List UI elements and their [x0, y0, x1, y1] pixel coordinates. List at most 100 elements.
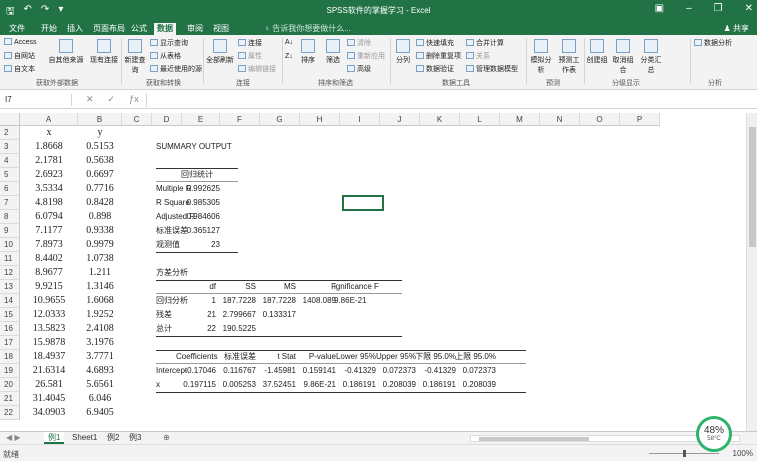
row-header[interactable]: 17: [0, 336, 20, 350]
y-value-cell[interactable]: 0.9338: [78, 224, 122, 238]
summary-title-cell[interactable]: SUMMARY OUTPUT: [156, 140, 246, 154]
x-value-cell[interactable]: 9.9215: [20, 280, 78, 294]
coef-value-cell[interactable]: 0.159141: [296, 364, 336, 378]
advanced-filter-button[interactable]: 高级: [347, 64, 371, 74]
row-header[interactable]: 18: [0, 350, 20, 364]
y-value-cell[interactable]: 3.1976: [78, 336, 122, 350]
new-query-button[interactable]: 新建查询: [123, 39, 147, 75]
sheet-tab-example2[interactable]: 例2: [103, 432, 123, 444]
row-header[interactable]: 6: [0, 182, 20, 196]
row-header[interactable]: 16: [0, 322, 20, 336]
row-header[interactable]: 13: [0, 280, 20, 294]
anova-value-cell[interactable]: [296, 322, 336, 336]
y-value-cell[interactable]: 6.046: [78, 392, 122, 406]
tab-home[interactable]: 开始: [38, 23, 60, 35]
reapply-button[interactable]: 重新应用: [347, 51, 385, 61]
coef-header-cell[interactable]: Upper 95%: [374, 350, 416, 364]
ribbon-display-icon[interactable]: ▣: [655, 3, 664, 14]
coef-value-cell[interactable]: 0.072373: [376, 364, 416, 378]
coef-header-cell[interactable]: Lower 95%: [334, 350, 376, 364]
stat-value-cell[interactable]: 23: [184, 238, 220, 252]
row-header[interactable]: 3: [0, 140, 20, 154]
row-header[interactable]: 7: [0, 196, 20, 210]
row-header[interactable]: 20: [0, 378, 20, 392]
row-header[interactable]: 15: [0, 308, 20, 322]
column-header[interactable]: D: [152, 113, 182, 126]
insert-function-icon[interactable]: ƒx: [129, 94, 139, 105]
anova-value-cell[interactable]: 22: [178, 322, 216, 336]
coef-value-cell[interactable]: 0.186191: [416, 378, 456, 392]
y-value-cell[interactable]: 2.4108: [78, 322, 122, 336]
tab-formulas[interactable]: 公式: [128, 23, 150, 35]
enter-icon[interactable]: ✓: [108, 94, 116, 105]
edit-links-button[interactable]: 编辑链接: [238, 64, 276, 74]
sort-asc-icon[interactable]: A↓: [285, 39, 293, 46]
row-header[interactable]: 14: [0, 294, 20, 308]
row-header[interactable]: 12: [0, 266, 20, 280]
performance-badge[interactable]: 48% 58°C: [696, 416, 732, 452]
sheet-tab-example3[interactable]: 例3: [125, 432, 145, 444]
column-header[interactable]: N: [540, 113, 580, 126]
data-analysis-button[interactable]: 数据分析: [694, 38, 732, 48]
coef-value-cell[interactable]: 0.116767: [216, 364, 256, 378]
coef-value-cell[interactable]: 37.52451: [256, 378, 296, 392]
sheet-tab-sheet1[interactable]: Sheet1: [68, 432, 101, 444]
row-header[interactable]: 22: [0, 406, 20, 420]
x-value-cell[interactable]: 2.1781: [20, 154, 78, 168]
anova-value-cell[interactable]: 187.7228: [256, 294, 296, 308]
remove-duplicates-button[interactable]: 删除重复项: [416, 51, 461, 61]
x-value-cell[interactable]: 26.581: [20, 378, 78, 392]
anova-value-cell[interactable]: 0.133317: [256, 308, 296, 322]
x-value-cell[interactable]: 6.0794: [20, 210, 78, 224]
anova-value-cell[interactable]: 190.5225: [216, 322, 256, 336]
from-access-button[interactable]: Access: [4, 38, 37, 46]
x-value-cell[interactable]: 4.8198: [20, 196, 78, 210]
x-value-cell[interactable]: 2.6923: [20, 168, 78, 182]
anova-title-cell[interactable]: 方差分析: [156, 266, 216, 280]
properties-button[interactable]: 属性: [238, 51, 262, 61]
anova-value-cell[interactable]: 9.86E-21: [334, 294, 378, 308]
coef-value-cell[interactable]: -0.41329: [416, 364, 456, 378]
tab-view[interactable]: 视图: [210, 23, 232, 35]
row-header[interactable]: 4: [0, 154, 20, 168]
anova-value-cell[interactable]: 21: [178, 308, 216, 322]
ungroup-button[interactable]: 取消组合: [610, 39, 636, 75]
x-value-cell[interactable]: 12.0333: [20, 308, 78, 322]
x-value-cell[interactable]: 7.1177: [20, 224, 78, 238]
close-icon[interactable]: ✕: [745, 3, 753, 14]
x-value-cell[interactable]: 7.8973: [20, 238, 78, 252]
clear-filter-button[interactable]: 清除: [347, 38, 371, 48]
connections-button[interactable]: 连接: [238, 38, 262, 48]
coef-value-cell[interactable]: 0.072373: [456, 364, 496, 378]
coef-value-cell[interactable]: 0.005253: [216, 378, 256, 392]
column-header[interactable]: O: [580, 113, 620, 126]
row-header[interactable]: 10: [0, 238, 20, 252]
x-value-cell[interactable]: 10.9655: [20, 294, 78, 308]
tab-file[interactable]: 文件: [6, 23, 28, 35]
row-header[interactable]: 2: [0, 126, 20, 140]
select-all-corner[interactable]: [0, 113, 20, 126]
x-value-cell[interactable]: 8.9677: [20, 266, 78, 280]
row-header[interactable]: 5: [0, 168, 20, 182]
zoom-level[interactable]: 100%: [733, 449, 753, 458]
row-header[interactable]: 8: [0, 210, 20, 224]
from-table-button[interactable]: 从表格: [150, 51, 181, 61]
anova-header-cell[interactable]: MS: [256, 280, 296, 294]
x-value-cell[interactable]: 21.6314: [20, 364, 78, 378]
column-header[interactable]: I: [340, 113, 380, 126]
cancel-icon[interactable]: ✕: [86, 94, 94, 105]
spreadsheet-grid[interactable]: A B C D E F G H I J K L M N O P 2 3 4 5 6 7 8 9 10 11 12 13 14 15 16 17…: [0, 113, 746, 431]
sheet-tab-example1[interactable]: 例1: [44, 432, 65, 444]
from-web-button[interactable]: 自网站: [4, 51, 35, 61]
column-header[interactable]: B: [78, 113, 122, 126]
what-if-analysis-button[interactable]: 模拟分析: [528, 39, 554, 75]
coef-header-cell[interactable]: 上限 95.0%: [454, 350, 496, 364]
coef-value-cell[interactable]: -0.17046: [178, 364, 216, 378]
column-header[interactable]: G: [260, 113, 300, 126]
anova-value-cell[interactable]: [334, 308, 378, 322]
coef-value-cell[interactable]: 0.208039: [376, 378, 416, 392]
sort-button[interactable]: 排序: [297, 39, 319, 65]
y-value-cell[interactable]: 5.6561: [78, 378, 122, 392]
from-text-button[interactable]: 自文本: [4, 64, 35, 74]
subtotal-button[interactable]: 分类汇总: [638, 39, 664, 75]
